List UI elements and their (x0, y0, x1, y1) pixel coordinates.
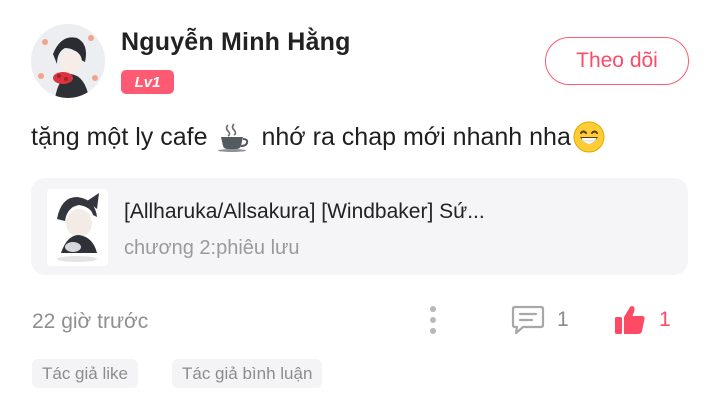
timestamp: 22 giờ trước (32, 310, 149, 333)
story-title[interactable]: [Allharuka/Allsakura] [Windbaker] Sứ... (124, 200, 544, 224)
comment-text-part-2: nhớ ra chap mới nhanh nha (261, 122, 571, 151)
story-thumbnail (47, 189, 108, 266)
author-liked-tag: Tác giả like (32, 359, 138, 388)
like-count: 1 (659, 308, 671, 331)
author-commented-tag: Tác giả bình luận (172, 359, 323, 388)
avatar-image (31, 24, 105, 98)
level-badge: Lv1 (121, 70, 174, 94)
story-chapter: chương 2:phiêu lưu (124, 237, 300, 259)
reply-button[interactable]: 1 (511, 303, 569, 337)
user-avatar[interactable] (31, 24, 105, 98)
comment-text-part-1: tặng một ly cafe (31, 122, 208, 151)
thumbs-up-icon (615, 306, 645, 334)
username[interactable]: Nguyễn Minh Hằng (121, 28, 351, 57)
comment-text: tặng một ly cafe nhớ ra chap mới nhanh n… (31, 121, 605, 153)
more-vertical-icon (430, 306, 436, 334)
story-cover-image (47, 189, 108, 266)
like-button[interactable]: 1 (613, 303, 671, 337)
comment-bubble-icon (511, 305, 545, 335)
linked-story-card[interactable]: [Allharuka/Allsakura] [Windbaker] Sứ... … (31, 178, 688, 275)
coffee-cup-icon (218, 123, 249, 152)
follow-button[interactable]: Theo dõi (545, 37, 689, 85)
comment-count: 1 (557, 308, 569, 331)
grinning-face-emoji (573, 121, 605, 153)
comment-card: Nguyễn Minh Hằng Lv1 Theo dõi tặng một l… (0, 0, 719, 410)
more-options-button[interactable] (422, 302, 444, 338)
